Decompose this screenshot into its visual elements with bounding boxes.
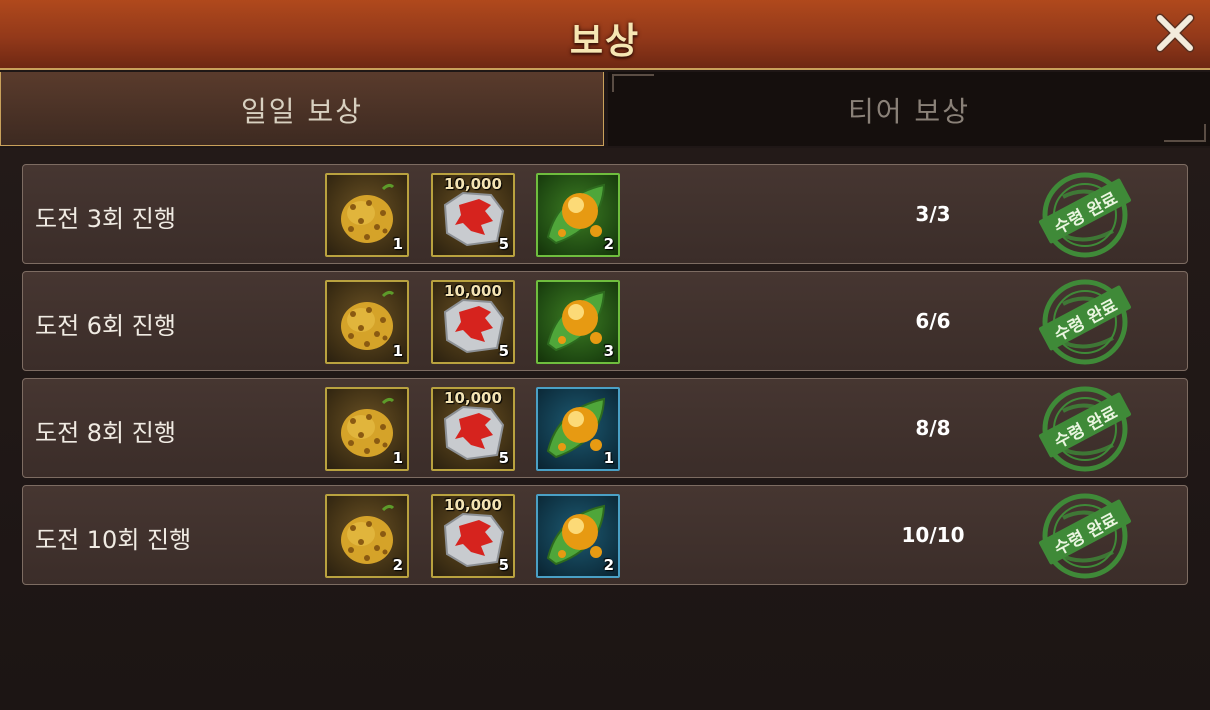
reward-list: 도전 3회 진행 1 10,000 5 2 3/3 수령 완료 도전 6회 진행 1 10,000…: [0, 148, 1210, 710]
reward-item[interactable]: 1: [325, 173, 409, 257]
reward-item[interactable]: 1: [325, 387, 409, 471]
reward-row: 도전 10회 진행 2 10,000 5 2 10/10 수령 완료: [22, 485, 1188, 585]
close-button[interactable]: [1152, 10, 1198, 56]
reward-item[interactable]: 2: [536, 173, 620, 257]
close-icon: [1155, 13, 1195, 53]
reward-item[interactable]: 10,000 5: [431, 280, 515, 364]
title-bar: 보상: [0, 0, 1210, 70]
progress-text: 8/8: [915, 416, 951, 440]
reward-count: 2: [603, 235, 614, 253]
reward-count: 1: [392, 235, 403, 253]
reward-item[interactable]: 2: [536, 494, 620, 578]
reward-count: 5: [498, 449, 509, 467]
reward-count: 2: [603, 556, 614, 574]
row-label: 도전 8회 진행: [35, 419, 176, 447]
row-label: 도전 3회 진행: [35, 205, 176, 233]
reward-item[interactable]: 1: [536, 387, 620, 471]
reward-amount: 10,000: [444, 389, 502, 407]
tab-bar: 일일 보상 티어 보상: [0, 72, 1210, 148]
claimed-stamp: 수령 완료: [1033, 385, 1137, 473]
reward-item[interactable]: 10,000 5: [431, 494, 515, 578]
reward-count: 1: [603, 449, 614, 467]
reward-amount: 10,000: [444, 496, 502, 514]
progress-text: 10/10: [901, 523, 965, 547]
reward-row: 도전 3회 진행 1 10,000 5 2 3/3 수령 완료: [22, 164, 1188, 264]
reward-count: 3: [603, 342, 614, 360]
tab-daily-reward[interactable]: 일일 보상: [0, 72, 604, 146]
tab-label: 일일 보상: [241, 95, 363, 128]
tab-label: 티어 보상: [848, 95, 970, 128]
reward-count: 5: [498, 556, 509, 574]
progress-text: 3/3: [915, 202, 951, 226]
reward-count: 5: [498, 235, 509, 253]
tab-tier-reward[interactable]: 티어 보상: [608, 72, 1210, 146]
claimed-stamp: 수령 완료: [1033, 278, 1137, 366]
progress-text: 6/6: [915, 309, 951, 333]
reward-count: 1: [392, 449, 403, 467]
page-title: 보상: [569, 21, 641, 62]
reward-item[interactable]: 10,000 5: [431, 173, 515, 257]
reward-amount: 10,000: [444, 175, 502, 193]
claimed-stamp: 수령 완료: [1033, 171, 1137, 259]
row-label: 도전 10회 진행: [35, 526, 192, 554]
reward-row: 도전 8회 진행 1 10,000 5 1 8/8 수령 완료: [22, 378, 1188, 478]
reward-count: 1: [392, 342, 403, 360]
reward-amount: 10,000: [444, 282, 502, 300]
reward-item[interactable]: 3: [536, 280, 620, 364]
reward-count: 5: [498, 342, 509, 360]
claimed-stamp: 수령 완료: [1033, 492, 1137, 580]
reward-row: 도전 6회 진행 1 10,000 5 3 6/6 수령 완료: [22, 271, 1188, 371]
reward-item[interactable]: 10,000 5: [431, 387, 515, 471]
reward-item[interactable]: 1: [325, 280, 409, 364]
row-label: 도전 6회 진행: [35, 312, 176, 340]
reward-count: 2: [392, 556, 403, 574]
reward-item[interactable]: 2: [325, 494, 409, 578]
